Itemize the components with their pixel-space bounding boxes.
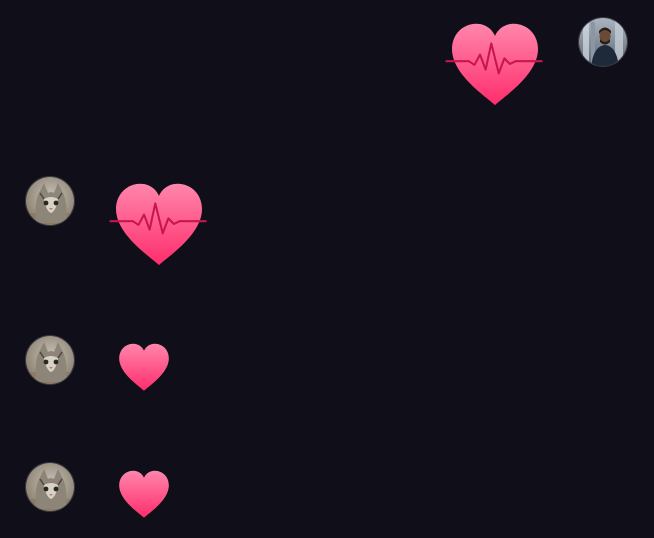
heart-icon	[445, 21, 543, 107]
message-row-incoming	[0, 176, 654, 271]
avatar-cat[interactable]	[25, 462, 75, 512]
avatar-me[interactable]	[578, 17, 628, 67]
heartbeat-heart-message[interactable]	[445, 21, 543, 107]
cat-photo-icon	[26, 177, 74, 225]
message-row-incoming	[0, 335, 654, 395]
heart-icon	[109, 181, 207, 267]
cat-photo-icon	[26, 463, 74, 511]
avatar-cat[interactable]	[25, 176, 75, 226]
heart-icon	[117, 469, 171, 519]
chat-thread	[0, 0, 654, 538]
message-row-incoming	[0, 462, 654, 522]
heartbeat-heart-message[interactable]	[109, 181, 207, 267]
avatar-cat[interactable]	[25, 335, 75, 385]
message-row-outgoing	[0, 16, 654, 111]
heart-message[interactable]	[117, 469, 171, 519]
heart-message[interactable]	[117, 342, 171, 392]
heart-icon	[117, 342, 171, 392]
cat-photo-icon	[26, 336, 74, 384]
man-photo-icon	[579, 18, 627, 66]
